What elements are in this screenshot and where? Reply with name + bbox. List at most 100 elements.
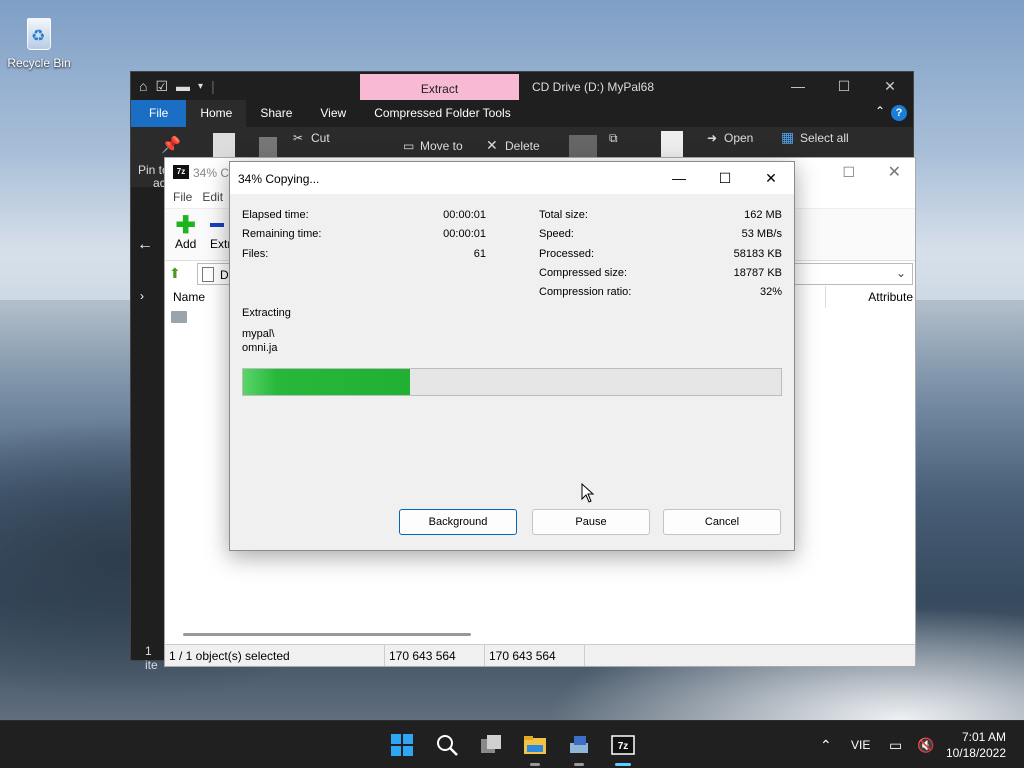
dialog-titlebar: 34% Copying... — ☐ ✕	[230, 162, 794, 194]
operation-label: Extracting	[242, 307, 291, 319]
clock[interactable]: 7:01 AM 10/18/2022	[946, 729, 1006, 761]
7zip-status-bar: 1 / 1 object(s) selected 170 643 564 170…	[165, 644, 915, 666]
maximize-button[interactable]: ☐	[842, 164, 855, 181]
tab-compressed-folder-tools[interactable]: Compressed Folder Tools	[360, 100, 525, 127]
document-icon	[202, 267, 214, 282]
7zip-taskbar-icon[interactable]: 7z	[611, 733, 635, 766]
delete-button[interactable]: Delete	[505, 139, 540, 153]
cut-button[interactable]: Cut	[311, 131, 330, 145]
tab-file[interactable]: File	[131, 100, 187, 127]
horizontal-scrollbar[interactable]	[183, 633, 471, 636]
quick-access-toolbar: ⌂ ☑ ▬ ▾ |	[139, 77, 215, 95]
move-to-button[interactable]: Move to	[420, 139, 463, 153]
plus-icon: ✚	[175, 212, 196, 239]
folder-icon[interactable]	[171, 311, 187, 323]
current-path: mypal\	[242, 328, 275, 340]
network-icon[interactable]: ▭	[889, 721, 902, 768]
clock-time: 7:01 AM	[961, 730, 1006, 744]
move-to-icon: ▭	[403, 139, 415, 153]
folder-up-icon[interactable]: ⬆	[169, 265, 181, 282]
speed-value: 53 MB/s	[741, 228, 782, 240]
total-size: 170 643 564	[385, 645, 485, 666]
scissors-icon: ✂	[293, 131, 304, 145]
close-button[interactable]: ✕	[867, 72, 913, 100]
cancel-button[interactable]: Cancel	[663, 509, 781, 535]
file-explorer-icon[interactable]	[523, 733, 547, 766]
search-icon[interactable]	[435, 733, 459, 757]
total-size-value: 162 MB	[744, 209, 782, 221]
tab-share[interactable]: Share	[246, 100, 306, 127]
chevron-down-icon[interactable]: ▾	[198, 81, 203, 92]
column-attributes[interactable]: Attribute	[868, 290, 913, 304]
compression-ratio-label: Compression ratio:	[539, 286, 632, 298]
installer-app-icon[interactable]	[567, 733, 591, 766]
processed-value: 58183 KB	[733, 248, 782, 260]
explorer-titlebar: ⌂ ☑ ▬ ▾ | Extract CD Drive (D:) MyPal68 …	[131, 72, 913, 102]
maximize-button[interactable]: ☐	[821, 72, 867, 100]
minimize-button[interactable]: —	[656, 162, 702, 194]
expand-chevron-icon[interactable]: ›	[140, 289, 144, 303]
extract-context-tab[interactable]: Extract	[360, 74, 519, 102]
close-button[interactable]: ✕	[888, 162, 901, 182]
back-arrow-icon[interactable]: ←	[137, 236, 153, 254]
elapsed-time-value: 00:00:01	[443, 209, 486, 221]
folder-icon[interactable]: ▬	[176, 78, 190, 94]
elapsed-time-label: Elapsed time:	[242, 209, 309, 221]
chevron-up-icon[interactable]: ⌃	[820, 721, 832, 768]
chevron-down-icon[interactable]: ⌄	[896, 266, 906, 280]
open-button[interactable]: Open	[724, 131, 753, 145]
background-button[interactable]: Background	[399, 509, 517, 535]
remaining-time-value: 00:00:01	[443, 228, 486, 240]
clock-date: 10/18/2022	[945, 746, 1006, 760]
progress-fill	[243, 369, 410, 395]
recycle-bin-label: Recycle Bin	[7, 56, 71, 70]
properties-icon[interactable]: ⌂	[139, 78, 147, 94]
copy-path-icon[interactable]: ⧉	[609, 131, 618, 146]
speed-label: Speed:	[539, 228, 574, 240]
column-name[interactable]: Name	[173, 290, 205, 304]
recycle-bin-shortcut[interactable]: ♻ Recycle Bin	[6, 8, 72, 70]
dialog-title: 34% Copying...	[238, 172, 320, 186]
pin-icon[interactable]: 📌	[161, 135, 181, 155]
files-label: Files:	[242, 248, 269, 260]
volume-muted-icon[interactable]: 🔇	[917, 721, 934, 768]
copy-progress-dialog: 34% Copying... — ☐ ✕ Elapsed time: 00:00…	[229, 161, 795, 551]
select-all-button[interactable]: Select all	[800, 131, 849, 145]
menu-edit[interactable]: Edit	[202, 190, 223, 204]
start-windows-icon[interactable]	[390, 733, 414, 757]
language-indicator[interactable]: VIE	[851, 721, 870, 768]
address-text: D	[220, 268, 229, 282]
properties-check-icon[interactable]	[661, 131, 683, 157]
minimize-button[interactable]: —	[775, 72, 821, 100]
open-icon: ➜	[707, 131, 718, 145]
total-size-label: Total size:	[539, 209, 588, 221]
select-all-icon: ▦	[781, 129, 795, 145]
explorer-status: 1 ite	[145, 644, 158, 672]
selected-size: 170 643 564	[485, 645, 585, 666]
task-view-icon[interactable]	[479, 733, 503, 757]
files-value: 61	[473, 248, 486, 260]
compressed-size-label: Compressed size:	[539, 267, 628, 279]
processed-label: Processed:	[539, 248, 595, 260]
tab-view[interactable]: View	[306, 100, 360, 127]
menu-file[interactable]: File	[173, 190, 192, 204]
new-folder-icon[interactable]	[569, 135, 597, 157]
extraction-progress-bar	[242, 368, 782, 396]
help-icon[interactable]: ?	[891, 105, 907, 121]
delete-x-icon: ✕	[486, 137, 498, 153]
explorer-title: CD Drive (D:) MyPal68	[532, 80, 655, 94]
maximize-button[interactable]: ☐	[702, 162, 748, 194]
ribbon-tabs: File Home Share View Compressed Folder T…	[131, 100, 913, 127]
remaining-time-label: Remaining time:	[242, 228, 322, 240]
selection-status: 1 / 1 object(s) selected	[165, 645, 385, 666]
svg-text:7z: 7z	[618, 741, 629, 752]
compression-ratio-value: 32%	[759, 286, 782, 298]
taskbar: 7z ⌃ VIE ▭ 🔇 7:01 AM 10/18/2022	[0, 720, 1024, 768]
tab-home[interactable]: Home	[186, 100, 247, 127]
add-button[interactable]: ✚ Add	[175, 212, 196, 252]
close-button[interactable]: ✕	[748, 162, 794, 194]
checklist-icon[interactable]: ☑	[155, 78, 168, 95]
pause-button[interactable]: Pause	[532, 509, 650, 535]
current-file: omni.ja	[242, 342, 278, 354]
collapse-ribbon-icon[interactable]: ⌃	[875, 104, 885, 118]
